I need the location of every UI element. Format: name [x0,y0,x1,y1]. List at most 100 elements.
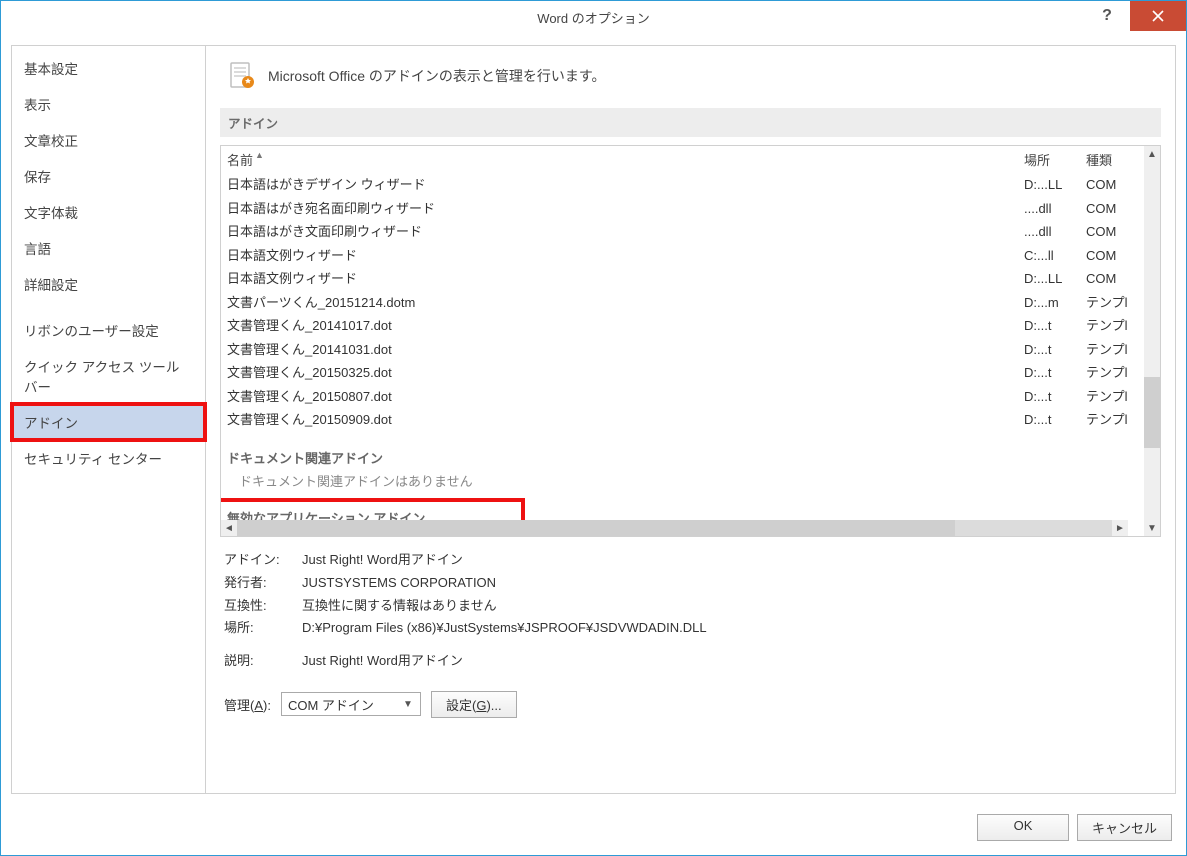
list-item[interactable]: 文書管理くん_20150325.dotD:...tテンプl [227,361,1138,385]
sidebar-item-proofing[interactable]: 文章校正 [12,122,205,158]
cell-name: 文書管理くん_20150909.dot [227,410,1024,430]
cell-location: D:...t [1024,363,1086,383]
cell-name: 文書管理くん_20141017.dot [227,316,1024,336]
page-header: Microsoft Office のアドインの表示と管理を行います。 [220,60,1161,92]
cell-type: テンプl [1086,410,1138,430]
cell-location: D:...t [1024,387,1086,407]
cell-location: D:...t [1024,316,1086,336]
addin-rows: 日本語はがきデザイン ウィザードD:...LLCOM日本語はがき宛名面印刷ウィザ… [221,173,1144,432]
go-button[interactable]: 設定(G)... [431,691,517,718]
list-item[interactable]: 文書管理くん_20141017.dotD:...tテンプl [227,314,1138,338]
help-button[interactable]: ? [1084,1,1130,31]
sidebar-item-general[interactable]: 基本設定 [12,50,205,86]
vscroll-track[interactable] [1144,162,1160,520]
cell-type: COM [1086,175,1138,195]
cell-name: 文書管理くん_20150807.dot [227,387,1024,407]
det-label-compat: 互換性: [224,595,302,618]
cell-type: テンプl [1086,363,1138,383]
sidebar-item-language[interactable]: 言語 [12,230,205,266]
det-val-location: D:¥Program Files (x86)¥JustSystems¥JSPRO… [302,617,1157,640]
list-item[interactable]: 文書管理くん_20150807.dotD:...tテンプl [227,385,1138,409]
cell-type: テンプl [1086,316,1138,336]
sidebar-separator [12,302,205,312]
group-doc-related-title: ドキュメント関連アドイン [221,432,1144,469]
vertical-scrollbar[interactable]: ▲ ▼ [1144,146,1160,536]
cell-name: 文書管理くん_20150325.dot [227,363,1024,383]
category-sidebar: 基本設定 表示 文章校正 保存 文字体裁 言語 詳細設定 リボンのユーザー設定 … [11,45,206,794]
cell-name: 文書パーツくん_20151214.dotm [227,293,1024,313]
cell-name: 日本語はがきデザイン ウィザード [227,175,1024,195]
cell-type: COM [1086,222,1138,242]
titlebar-controls: ? [1084,1,1186,33]
cell-name: 日本語はがき宛名面印刷ウィザード [227,199,1024,219]
cell-location: D:...LL [1024,269,1086,289]
cell-location: C:...ll [1024,246,1086,266]
scroll-up-icon[interactable]: ▲ [1144,146,1160,162]
ok-button[interactable]: OK [977,814,1069,841]
det-label-publisher: 発行者: [224,572,302,595]
cell-type: COM [1086,246,1138,266]
list-header: 名前▲ 場所 種類 [221,146,1144,173]
det-val-compat: 互換性に関する情報はありません [302,595,1157,618]
cell-name: 文書管理くん_20141031.dot [227,340,1024,360]
list-item[interactable]: 文書管理くん_20150909.dotD:...tテンプl [227,408,1138,432]
addins-list: 名前▲ 場所 種類 日本語はがきデザイン ウィザードD:...LLCOM日本語は… [220,145,1161,537]
sidebar-item-qat[interactable]: クイック アクセス ツール バー [12,348,205,404]
sort-asc-icon: ▲ [255,150,264,160]
cancel-button[interactable]: キャンセル [1077,814,1172,841]
dialog-title: Word のオプション [537,8,649,27]
list-item[interactable]: 日本語文例ウィザードD:...LLCOM [227,267,1138,291]
page-header-text: Microsoft Office のアドインの表示と管理を行います。 [268,66,605,86]
sidebar-item-typography[interactable]: 文字体裁 [12,194,205,230]
det-val-desc: Just Right! Word用アドイン [302,650,1157,673]
sidebar-item-addins[interactable]: アドイン [12,404,205,440]
cell-type: テンプl [1086,387,1138,407]
titlebar: Word のオプション ? [1,1,1186,33]
hscroll-thumb[interactable] [237,520,955,536]
cell-name: 日本語はがき文面印刷ウィザード [227,222,1024,242]
det-val-addin: Just Right! Word用アドイン [302,549,1157,572]
sidebar-item-display[interactable]: 表示 [12,86,205,122]
det-val-publisher: JUSTSYSTEMS CORPORATION [302,572,1157,595]
addins-list-inner[interactable]: 名前▲ 場所 種類 日本語はがきデザイン ウィザードD:...LLCOM日本語は… [221,146,1144,536]
sidebar-item-trust-center[interactable]: セキュリティ センター [12,440,205,476]
list-item[interactable]: 文書管理くん_20141031.dotD:...tテンプl [227,338,1138,362]
cell-location: D:...t [1024,340,1086,360]
det-label-addin: アドイン: [224,549,302,572]
scroll-left-icon[interactable]: ◄ [221,520,237,536]
list-item[interactable]: 文書パーツくん_20151214.dotmD:...mテンプl [227,291,1138,315]
options-dialog: Word のオプション ? 基本設定 表示 文章校正 保存 文字体裁 言語 詳細… [0,0,1187,856]
cell-location: D:...t [1024,410,1086,430]
cell-location: ....dll [1024,222,1086,242]
sidebar-item-advanced[interactable]: 詳細設定 [12,266,205,302]
cell-name: 日本語文例ウィザード [227,246,1024,266]
list-item[interactable]: 日本語文例ウィザードC:...llCOM [227,244,1138,268]
close-button[interactable] [1130,1,1186,31]
col-location[interactable]: 場所 [1024,150,1086,169]
main-panel: Microsoft Office のアドインの表示と管理を行います。 アドイン … [206,45,1176,794]
cell-location: D:...m [1024,293,1086,313]
det-label-desc: 説明: [224,650,302,673]
scroll-down-icon[interactable]: ▼ [1144,520,1160,536]
manage-row: 管理(A): COM アドイン ▼ 設定(G)... [220,673,1161,722]
close-icon [1152,10,1164,22]
group-doc-related-msg: ドキュメント関連アドインはありません [221,469,1144,492]
list-item[interactable]: 日本語はがき宛名面印刷ウィザード....dllCOM [227,197,1138,221]
sidebar-item-ribbon[interactable]: リボンのユーザー設定 [12,312,205,348]
manage-combobox[interactable]: COM アドイン ▼ [281,692,421,716]
section-addins-label: アドイン [220,108,1161,137]
horizontal-scrollbar[interactable]: ◄ ► [221,520,1128,536]
col-name[interactable]: 名前▲ [227,150,1024,169]
col-type[interactable]: 種類 [1086,150,1138,169]
addin-details: アドイン:Just Right! Word用アドイン 発行者:JUSTSYSTE… [220,537,1161,673]
list-item[interactable]: 日本語はがきデザイン ウィザードD:...LLCOM [227,173,1138,197]
sidebar-item-save[interactable]: 保存 [12,158,205,194]
list-item[interactable]: 日本語はがき文面印刷ウィザード....dllCOM [227,220,1138,244]
cell-type: COM [1086,269,1138,289]
manage-selected: COM アドイン [288,695,374,714]
cell-location: D:...LL [1024,175,1086,195]
cell-name: 日本語文例ウィザード [227,269,1024,289]
vscroll-thumb[interactable] [1144,377,1160,449]
scroll-right-icon[interactable]: ► [1112,520,1128,536]
hscroll-track[interactable] [237,520,1112,536]
